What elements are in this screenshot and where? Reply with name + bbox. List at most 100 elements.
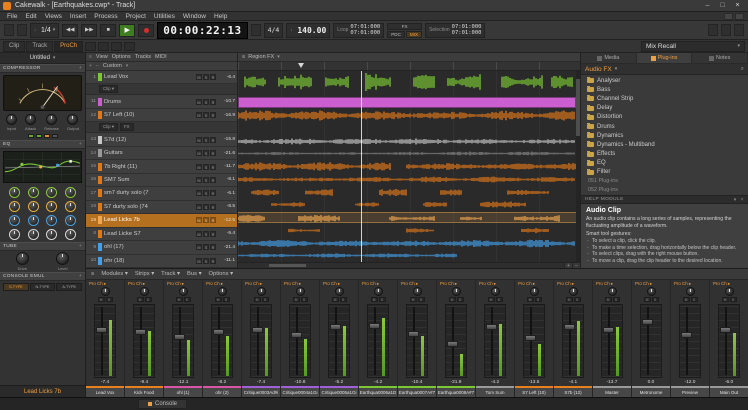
track-mute-button[interactable]: M xyxy=(196,177,202,183)
menu-item-process[interactable]: Process xyxy=(90,12,121,21)
strip-solo-button[interactable]: S xyxy=(301,297,308,302)
track-mute-button[interactable]: M xyxy=(196,112,202,118)
forward-button[interactable]: ▶▶ xyxy=(81,24,97,37)
strip-mute-button[interactable]: M xyxy=(683,297,690,302)
prochannel-expander[interactable]: Pro Ch ▸ xyxy=(320,281,340,287)
scrollbar-thumb[interactable] xyxy=(576,79,580,136)
track-volume-value[interactable]: -10.7 xyxy=(218,99,235,104)
audio-clip[interactable] xyxy=(238,72,576,92)
strip-solo-button[interactable]: S xyxy=(262,297,269,302)
selection-module[interactable]: Selection 07:01:000 07:01:000 xyxy=(425,23,485,38)
knob[interactable] xyxy=(647,287,656,296)
strip-name[interactable]: Critique0004a1Gi xyxy=(281,388,319,397)
strip-name[interactable]: Kick Food xyxy=(125,388,163,397)
compressor-module-header[interactable]: COMPRESSOR+ xyxy=(0,64,85,73)
strip-mute-button[interactable]: M xyxy=(449,297,456,302)
plugin-category-item[interactable]: Bass xyxy=(581,85,748,94)
strip-solo-button[interactable]: S xyxy=(223,297,230,302)
track-record-button[interactable]: R xyxy=(210,164,216,170)
strip-name[interactable]: Lead Vox xyxy=(86,388,124,397)
console-emul-module-header[interactable]: CONSOLE EMUL+ xyxy=(0,272,85,281)
close-icon[interactable]: × xyxy=(741,197,744,203)
track-row[interactable]: 10ohr (18)MSR-11.1 xyxy=(86,255,237,268)
track-mute-button[interactable]: M xyxy=(196,99,202,105)
track-row[interactable]: 17sm7 durty solo (7MSR-6.1 xyxy=(86,187,237,200)
track-record-button[interactable]: R xyxy=(210,177,216,183)
workspace-icon[interactable] xyxy=(724,13,733,20)
prochannel-expander[interactable]: Pro Ch ▸ xyxy=(593,281,613,287)
strip-name[interactable]: Metronome xyxy=(632,388,670,397)
strip-mute-button[interactable]: M xyxy=(137,297,144,302)
knob[interactable] xyxy=(374,287,383,296)
track-mute-button[interactable]: M xyxy=(196,217,202,223)
track-name[interactable]: Lead Licke S7 xyxy=(104,231,194,237)
track-solo-button[interactable]: S xyxy=(203,150,209,156)
bandlab-icon[interactable] xyxy=(734,24,744,36)
console-menu-strips[interactable]: Strips ▾ xyxy=(135,271,154,277)
timeline-marker[interactable] xyxy=(298,63,304,68)
track-solo-button[interactable]: S xyxy=(203,217,209,223)
track-solo-button[interactable]: S xyxy=(203,190,209,196)
strip-name[interactable]: ohl (1) xyxy=(164,388,202,397)
knob[interactable] xyxy=(67,114,78,125)
menu-item-file[interactable]: File xyxy=(3,12,21,21)
console-strip[interactable]: Pro Ch ▸MS-7.4Lead Vox xyxy=(86,280,125,397)
inspector-tab-clip[interactable]: Clip xyxy=(3,41,25,52)
menu-item-project[interactable]: Project xyxy=(122,12,150,21)
region-fx-menu[interactable]: Region FX xyxy=(248,54,274,60)
track-row[interactable]: 9ohl (17)MSR-21.4 xyxy=(86,241,237,254)
track-mute-button[interactable]: M xyxy=(196,74,202,80)
menu-item-utilities[interactable]: Utilities xyxy=(150,12,179,21)
track-record-button[interactable]: R xyxy=(210,150,216,156)
strip-mute-button[interactable]: M xyxy=(410,297,417,302)
prochannel-expander[interactable]: Pro Ch ▸ xyxy=(398,281,418,287)
track-row[interactable]: 14GuitarsMSR-21.6 xyxy=(86,147,237,160)
fader-handle[interactable] xyxy=(603,327,614,333)
prochannel-expander[interactable]: Pro Ch ▸ xyxy=(203,281,223,287)
track-name[interactable]: Lead Vox xyxy=(104,74,194,80)
knob[interactable] xyxy=(608,287,617,296)
fader-lane[interactable] xyxy=(133,304,155,378)
meter-module[interactable]: 4/4 xyxy=(264,23,284,38)
maximize-button[interactable]: □ xyxy=(715,0,730,11)
strip-mute-button[interactable]: M xyxy=(527,297,534,302)
browser-tab-plugins[interactable]: Plug-ins xyxy=(637,53,693,63)
selection-end[interactable]: 07:01:000 xyxy=(452,30,482,37)
strip-solo-button[interactable]: S xyxy=(496,297,503,302)
knob[interactable] xyxy=(16,252,29,265)
track-volume-value[interactable]: -11.7 xyxy=(218,164,235,169)
knob[interactable] xyxy=(28,229,39,240)
knob[interactable] xyxy=(725,287,734,296)
track-row[interactable]: 157b Right (11)MSR-11.7 xyxy=(86,160,237,173)
time-mode-icon[interactable] xyxy=(251,24,261,36)
track-solo-button[interactable]: S xyxy=(203,177,209,183)
track-volume-value[interactable]: -9.4 xyxy=(218,231,235,236)
smart-tool-icon[interactable] xyxy=(85,42,96,51)
track-volume-value[interactable]: -6.4 xyxy=(218,75,235,80)
knob[interactable] xyxy=(218,287,227,296)
module-led[interactable] xyxy=(44,134,50,138)
knob[interactable] xyxy=(179,287,188,296)
strip-name[interactable]: Master xyxy=(593,388,631,397)
console-menu-track[interactable]: Track ▾ xyxy=(161,271,180,277)
knob[interactable] xyxy=(65,215,76,226)
track-row[interactable]: 18S7 durty solo (74MSR-8.5 xyxy=(86,201,237,214)
knob[interactable] xyxy=(335,287,344,296)
track-name[interactable]: SM7 Sum xyxy=(104,177,194,183)
track-volume-value[interactable]: -8.5 xyxy=(218,204,235,209)
track-volume-value[interactable]: -6.1 xyxy=(218,191,235,196)
fader-handle[interactable] xyxy=(642,319,653,325)
knob[interactable] xyxy=(56,252,69,265)
track-solo-button[interactable]: S xyxy=(203,99,209,105)
record-button[interactable] xyxy=(138,24,154,37)
strip-name[interactable]: Earthqua0007A#7 xyxy=(398,388,436,397)
console-strip[interactable]: Pro Ch ▸MS-7.4Critique0003Ad#i xyxy=(242,280,281,397)
track-volume-value[interactable]: -16.9 xyxy=(218,113,235,118)
track-name[interactable]: S7 durty solo (74 xyxy=(104,204,194,210)
audio-clip[interactable] xyxy=(238,136,576,147)
fader-lane[interactable] xyxy=(289,304,311,378)
strip-mute-button[interactable]: M xyxy=(176,297,183,302)
console-strip[interactable]: Pro Ch ▸MS-9.4Kick Food xyxy=(125,280,164,397)
strip-name[interactable]: Main Out xyxy=(710,388,748,397)
minimize-button[interactable]: – xyxy=(700,0,715,11)
